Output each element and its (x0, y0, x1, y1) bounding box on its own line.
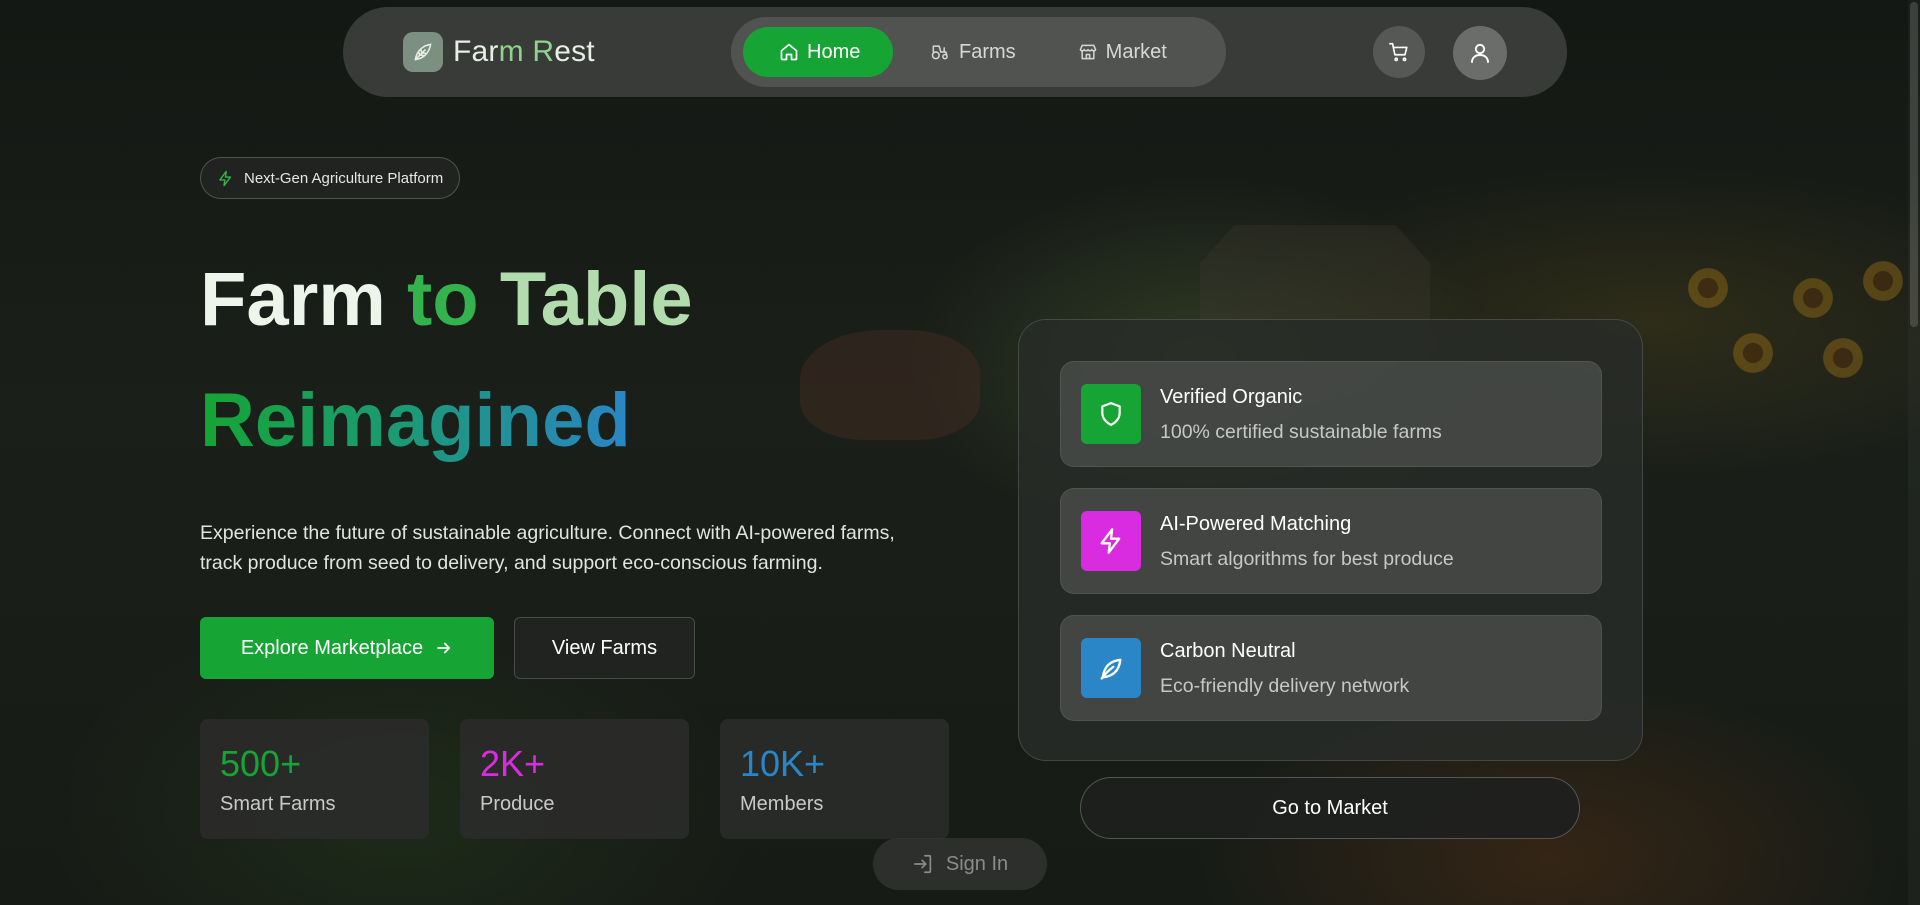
explore-marketplace-button[interactable]: Explore Marketplace (200, 617, 494, 679)
brand-name-part: Far (453, 35, 499, 68)
feature-subtitle: 100% certified sustainable farms (1160, 420, 1442, 443)
feature-title: Carbon Neutral (1160, 639, 1296, 662)
sunflower-decoration (1820, 335, 1866, 381)
button-label: View Farms (551, 636, 658, 659)
top-navbar: Farm Rest Home Farms Market (343, 7, 1567, 97)
brand-name: Farm Rest (453, 35, 595, 69)
hero-title-word: to (406, 257, 479, 342)
features-card: Verified Organic 100% certified sustaina… (1018, 319, 1643, 761)
button-label: Explore Marketplace (240, 636, 424, 659)
arrow-right-icon (437, 642, 451, 654)
nav-item-farms[interactable]: Farms (909, 27, 1030, 77)
hero-title-word: Farm (200, 257, 386, 342)
hero-title: Farm to Table (200, 255, 693, 345)
stat-label: Members (740, 793, 824, 815)
cart-button[interactable] (1373, 26, 1425, 78)
hero-title-line2: Reimagined (200, 373, 631, 469)
hero-description: Experience the future of sustainable agr… (200, 522, 895, 574)
hero-title-word: Table (499, 257, 693, 342)
leaf-logo-icon (403, 32, 443, 72)
sign-in-icon (913, 854, 932, 874)
feature-subtitle: Smart algorithms for best produce (1160, 547, 1454, 570)
user-button[interactable] (1453, 26, 1507, 80)
user-icon (1471, 43, 1489, 63)
go-to-market-button[interactable]: Go to Market (1080, 777, 1580, 839)
feature-subtitle: Eco-friendly delivery network (1160, 674, 1410, 697)
page-scrollbar[interactable] (1908, 0, 1920, 905)
stat-card-smart-farms: 500+ Smart Farms (200, 719, 429, 839)
brand-name-part: est (554, 35, 595, 68)
badge-label: Next-Gen Agriculture Platform (244, 169, 444, 187)
stat-value: 10K+ (740, 743, 826, 784)
button-label: Sign In (945, 852, 1009, 875)
feature-carbon-neutral: Carbon Neutral Eco-friendly delivery net… (1060, 615, 1602, 721)
feature-title: Verified Organic (1160, 385, 1303, 408)
nav-item-market[interactable]: Market (1052, 27, 1193, 77)
cart-icon (1389, 42, 1408, 62)
lightning-icon (219, 170, 232, 186)
nav-item-label: Farms (959, 40, 1016, 63)
stat-value: 500+ (220, 743, 302, 784)
stat-card-members: 10K+ Members (720, 719, 949, 839)
sign-in-button[interactable]: Sign In (873, 838, 1047, 890)
stat-label: Produce (480, 793, 555, 815)
feature-verified-organic: Verified Organic 100% certified sustaina… (1060, 361, 1602, 467)
cow-silhouette (800, 330, 980, 440)
sunflower-decoration (1790, 275, 1836, 321)
home-icon (780, 43, 798, 61)
stat-card-produce: 2K+ Produce (460, 719, 689, 839)
lightning-icon (1081, 511, 1141, 571)
sunflower-decoration (1860, 258, 1906, 304)
stat-value: 2K+ (480, 743, 546, 784)
scrollbar-thumb[interactable] (1910, 2, 1918, 327)
shield-icon (1081, 384, 1141, 444)
feature-title: AI-Powered Matching (1160, 512, 1352, 535)
nav-item-label: Market (1105, 40, 1167, 63)
stat-label: Smart Farms (220, 793, 336, 815)
barn-silhouette (1200, 225, 1430, 320)
sunflower-decoration (1730, 330, 1776, 376)
store-icon (1079, 44, 1096, 60)
main-nav: Home Farms Market (731, 17, 1226, 87)
sunflower-decoration (1685, 265, 1731, 311)
button-label: Go to Market (1272, 796, 1388, 819)
tractor-icon (931, 45, 948, 60)
leaf-icon (1081, 638, 1141, 698)
platform-badge: Next-Gen Agriculture Platform (200, 157, 461, 199)
nav-item-label: Home (807, 40, 861, 63)
brand-name-part: m R (498, 35, 555, 68)
feature-ai-matching: AI-Powered Matching Smart algorithms for… (1060, 488, 1602, 594)
brand[interactable]: Farm Rest (403, 32, 595, 72)
view-farms-button[interactable]: View Farms (514, 617, 695, 679)
nav-item-home[interactable]: Home (743, 27, 893, 77)
